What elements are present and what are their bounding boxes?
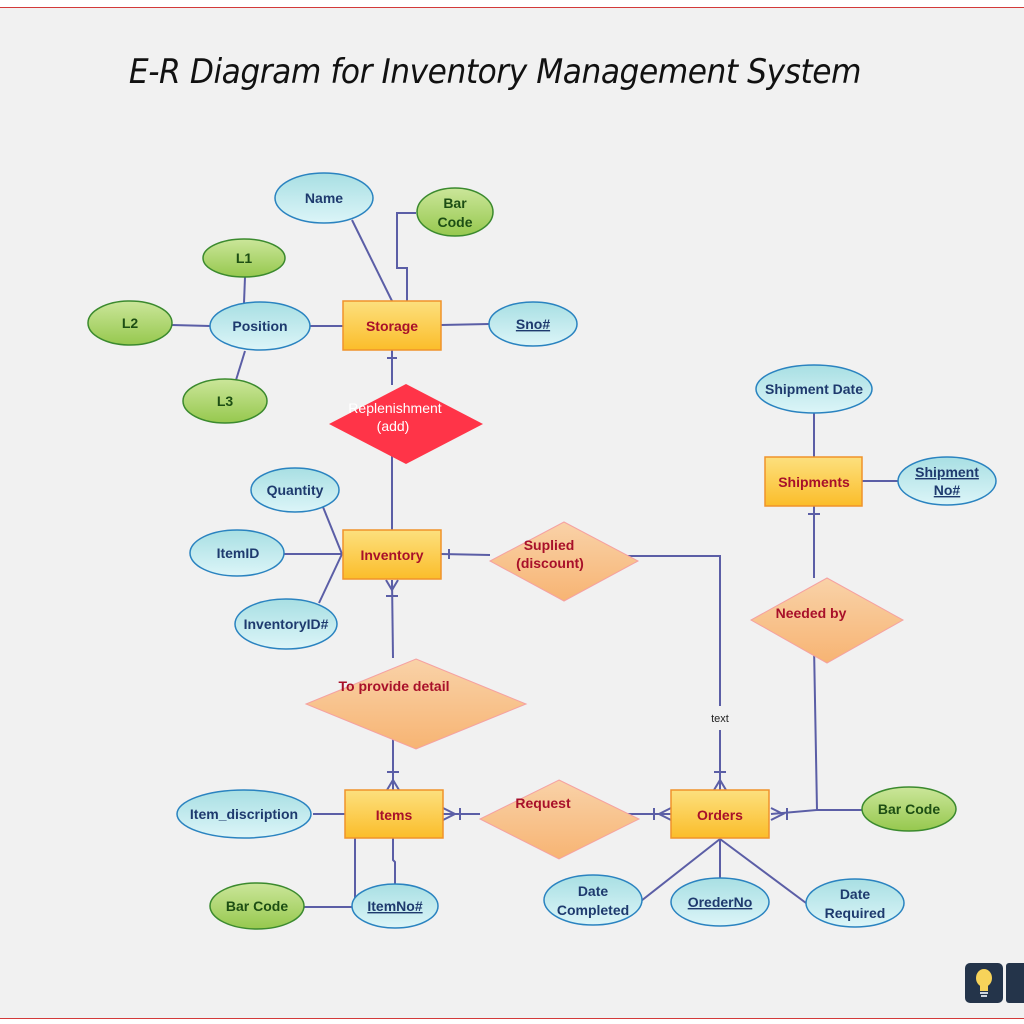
connector-text-label: text bbox=[711, 713, 729, 725]
entity-shipments[interactable]: Shipments bbox=[764, 456, 863, 507]
relationship-replenishment-label-2: (add) bbox=[377, 418, 410, 434]
relationship-needed-by-label: Needed by bbox=[776, 605, 847, 621]
attribute-date-required-label-2: Required bbox=[825, 905, 886, 921]
attribute-storage-barcode-label-2: Code bbox=[438, 214, 473, 230]
attribute-itemno-label: ItemNo# bbox=[367, 898, 422, 914]
attribute-itemid[interactable]: ItemID bbox=[189, 529, 285, 577]
attribute-itemno-key[interactable]: ItemNo# bbox=[351, 883, 439, 929]
connector-storage-sno bbox=[440, 323, 490, 326]
entity-items-label: Items bbox=[376, 807, 413, 823]
er-diagram: Storage Inventory Items Orders Shipments… bbox=[87, 172, 997, 930]
attribute-sno-label: Sno# bbox=[516, 316, 550, 332]
connector-name-storage bbox=[351, 219, 393, 302]
attribute-orderno-label: OrederNo bbox=[688, 894, 753, 910]
connector-barcode-storage bbox=[396, 212, 416, 301]
attribute-date-required[interactable]: Date Required bbox=[805, 878, 905, 928]
attribute-item-description[interactable]: Item_discription bbox=[176, 789, 312, 839]
relationship-provide-detail[interactable]: To provide detail bbox=[304, 658, 528, 750]
attribute-shipment-date-label: Shipment Date bbox=[765, 381, 863, 397]
relationship-supplied-label-2: (discount) bbox=[516, 555, 584, 571]
connector-l2-position bbox=[171, 324, 211, 327]
attribute-l1-label: L1 bbox=[236, 250, 253, 266]
relationship-request[interactable]: Request bbox=[478, 779, 641, 860]
entity-inventory[interactable]: Inventory bbox=[342, 529, 442, 580]
entity-orders[interactable]: Orders bbox=[670, 789, 770, 839]
connector-inventoryid-inventory bbox=[318, 553, 343, 604]
attribute-inventoryid[interactable]: InventoryID# bbox=[234, 598, 338, 650]
connector-supplied-orders bbox=[607, 555, 721, 706]
attribute-items-barcode[interactable]: Bar Code bbox=[209, 882, 305, 930]
attribute-item-description-label: Item_discription bbox=[190, 806, 298, 822]
attribute-shipment-date[interactable]: Shipment Date bbox=[755, 364, 873, 414]
attribute-storage-barcode-label-1: Bar bbox=[443, 195, 467, 211]
connector-l1-position bbox=[243, 276, 246, 304]
attribute-l3[interactable]: L3 bbox=[182, 378, 268, 424]
attribute-shipment-no-label-1: Shipment bbox=[915, 464, 979, 480]
attribute-name-label: Name bbox=[305, 190, 343, 206]
connector-quantity-inventory bbox=[322, 506, 343, 555]
attribute-position[interactable]: Position bbox=[209, 301, 311, 351]
attribute-date-completed-label-2: Completed bbox=[557, 902, 629, 918]
connector-items-itemno bbox=[392, 838, 396, 884]
relationship-request-label: Request bbox=[515, 795, 571, 811]
attribute-storage-barcode[interactable]: Bar Code bbox=[416, 187, 494, 237]
attribute-sno-key[interactable]: Sno# bbox=[488, 301, 578, 347]
connector-items-barcode bbox=[303, 838, 356, 908]
attribute-itemid-label: ItemID bbox=[217, 545, 260, 561]
attribute-shipment-no-label-2: No# bbox=[934, 482, 961, 498]
entity-orders-label: Orders bbox=[697, 807, 743, 823]
entity-inventory-label: Inventory bbox=[360, 547, 423, 563]
entity-shipments-label: Shipments bbox=[778, 474, 850, 490]
relationship-supplied-label-1: Suplied bbox=[524, 537, 575, 553]
connector-neededby-orders bbox=[770, 645, 819, 815]
connector-inventory-provide bbox=[391, 579, 394, 659]
relationship-replenishment-label-1: Replenishment bbox=[348, 400, 441, 416]
attribute-name[interactable]: Name bbox=[274, 172, 374, 224]
entity-storage-label: Storage bbox=[366, 318, 418, 334]
attribute-orders-barcode-label: Bar Code bbox=[878, 801, 940, 817]
attribute-shipment-no-key[interactable]: Shipment No# bbox=[897, 456, 997, 506]
connector-l3-position bbox=[235, 350, 246, 381]
attribute-orderno-key[interactable]: OrederNo bbox=[670, 877, 770, 927]
entity-storage[interactable]: Storage bbox=[342, 300, 442, 351]
attribute-quantity[interactable]: Quantity bbox=[250, 467, 340, 513]
attribute-date-completed-label-1: Date bbox=[578, 883, 609, 899]
attribute-l3-label: L3 bbox=[217, 393, 234, 409]
entity-items[interactable]: Items bbox=[344, 789, 444, 839]
attribute-l2[interactable]: L2 bbox=[87, 300, 173, 346]
attribute-date-required-label-1: Date bbox=[840, 886, 871, 902]
relationship-replenishment[interactable]: Replenishment (add) bbox=[329, 384, 483, 464]
attribute-items-barcode-label: Bar Code bbox=[226, 898, 288, 914]
lightbulb-icon bbox=[976, 969, 992, 997]
attribute-inventoryid-label: InventoryID# bbox=[244, 616, 329, 632]
attribute-position-label: Position bbox=[232, 318, 287, 334]
attribute-orders-barcode[interactable]: Bar Code bbox=[861, 786, 957, 832]
logo-wordmark bbox=[1006, 963, 1024, 1003]
attribute-date-completed[interactable]: Date Completed bbox=[543, 874, 643, 926]
relationship-needed-by[interactable]: Needed by bbox=[749, 577, 905, 664]
relationship-provide-detail-label: To provide detail bbox=[339, 678, 450, 694]
attribute-l2-label: L2 bbox=[122, 315, 139, 331]
relationship-supplied[interactable]: Suplied (discount) bbox=[488, 521, 640, 602]
attribute-quantity-label: Quantity bbox=[267, 482, 324, 498]
attribute-l1[interactable]: L1 bbox=[202, 238, 286, 278]
logo-badge[interactable] bbox=[965, 963, 1003, 1003]
